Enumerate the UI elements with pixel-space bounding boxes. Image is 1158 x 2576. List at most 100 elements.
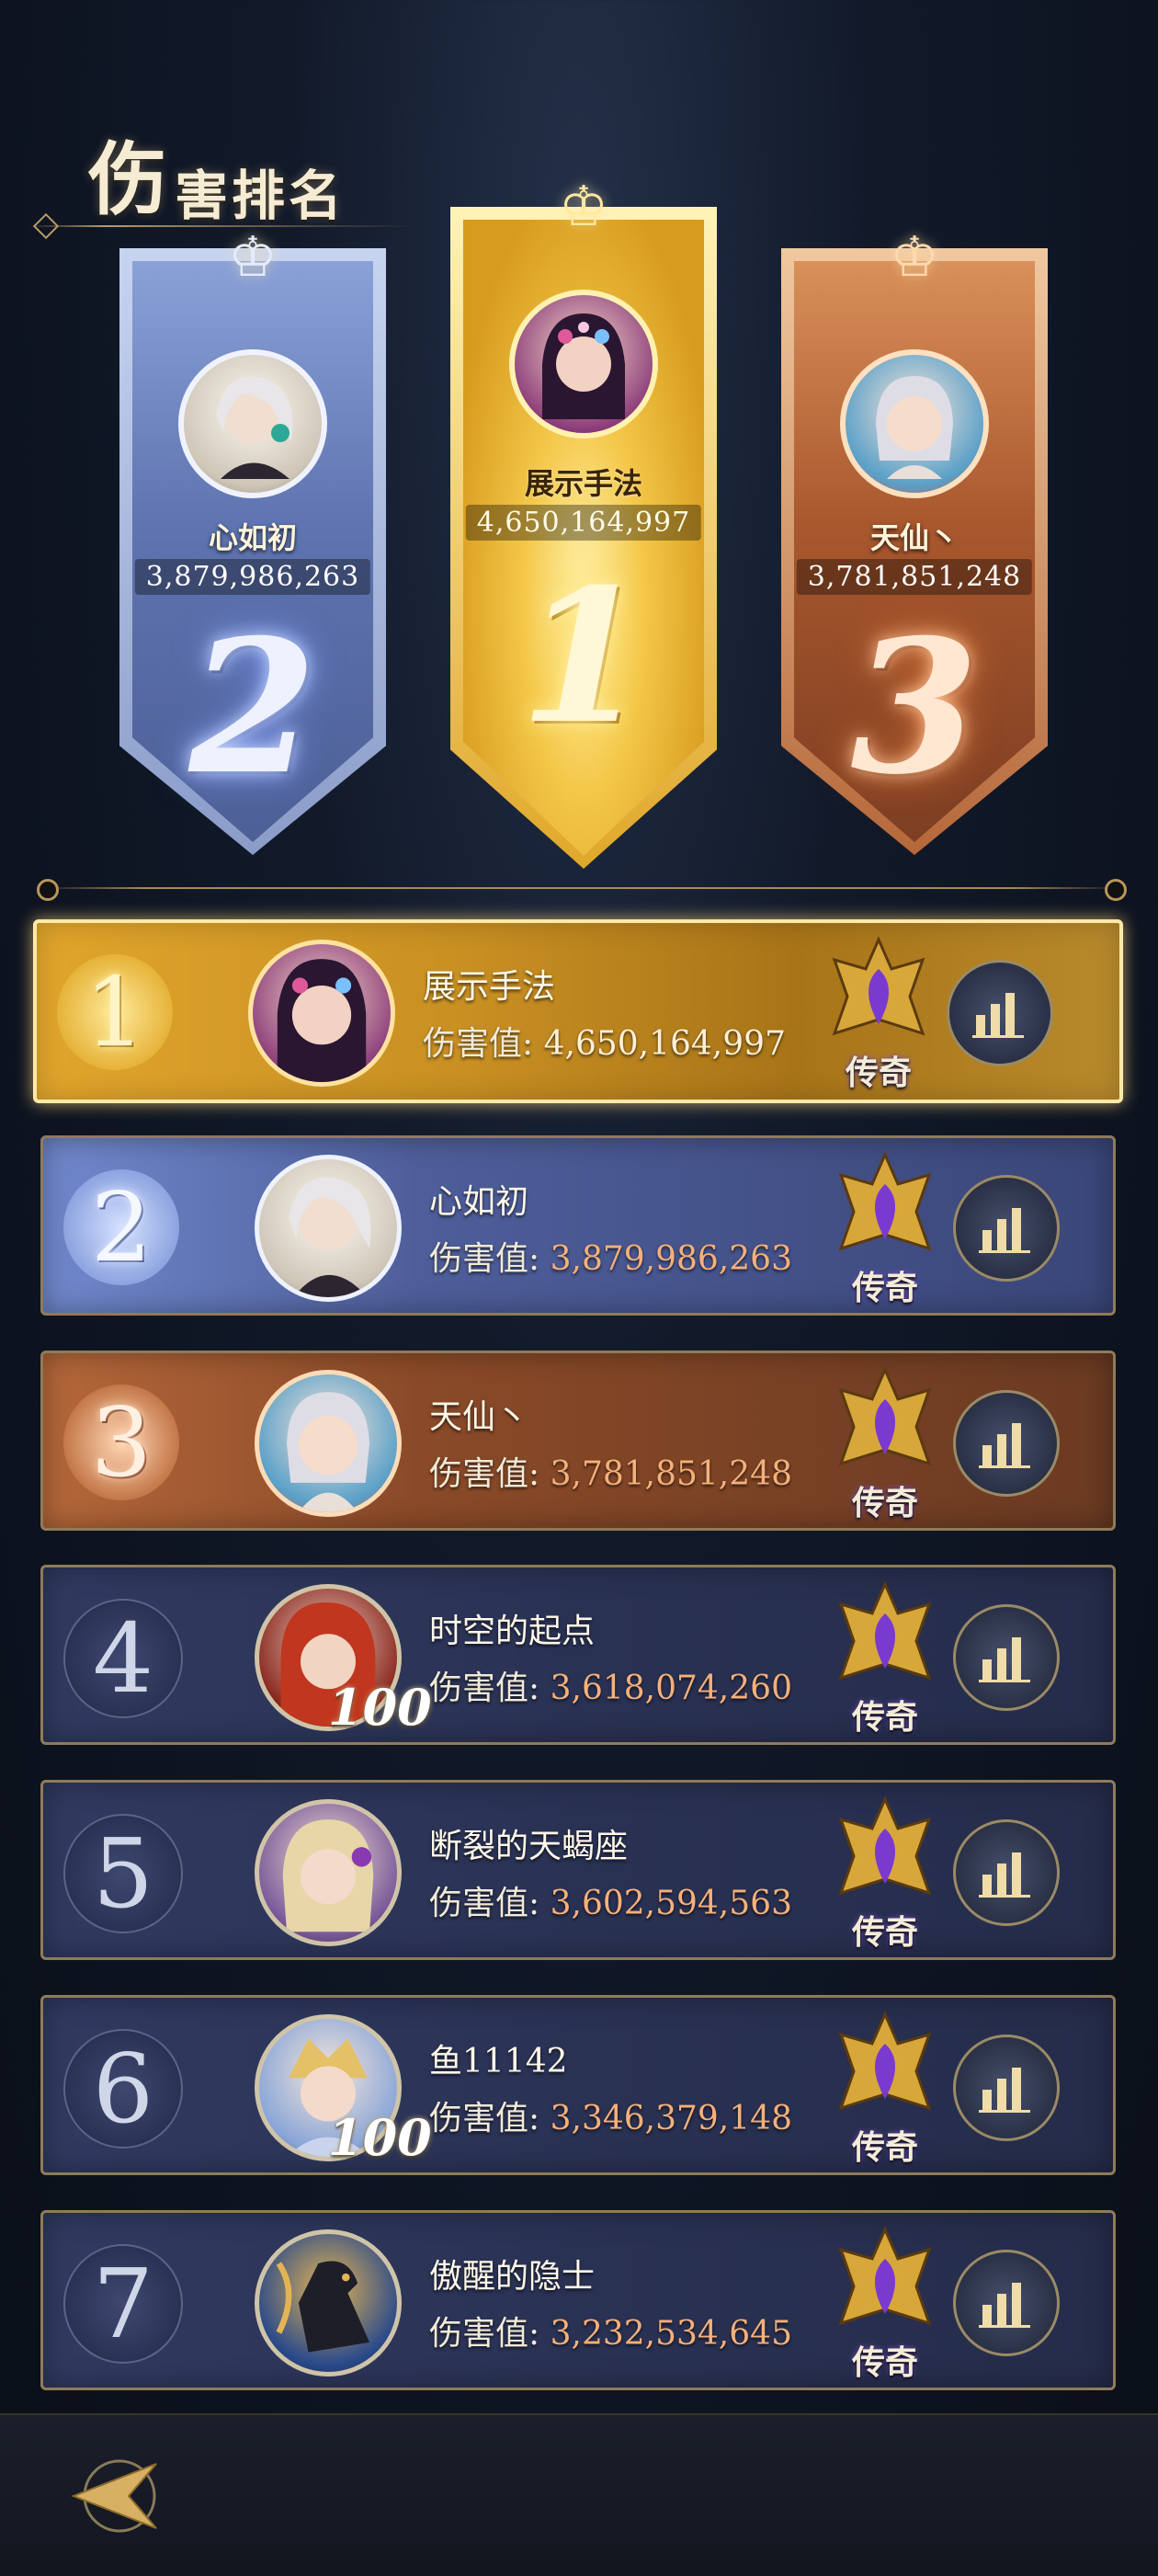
legend-rank-badge: 传奇 [821, 1577, 949, 1738]
podium-avatar-rank-3[interactable] [840, 349, 989, 498]
section-divider [37, 887, 1121, 889]
damage-number: 3,781,851,248 [550, 1455, 792, 1493]
bottom-bar [0, 2413, 1158, 2576]
player-avatar[interactable] [248, 940, 395, 1087]
rank-row-6[interactable]: 6 100 鱼11142 伤害值: 3,346,379,148 传奇 [40, 1995, 1116, 2175]
legend-emblem-icon [838, 1366, 932, 1466]
rank-number: 4 [63, 1599, 183, 1718]
damage-number: 3,602,594,563 [550, 1885, 792, 1922]
rank-row-1[interactable]: 1 展示手法 伤害值: 4,650,164,997 传奇 [33, 919, 1123, 1103]
damage-number: 3,232,534,645 [550, 2315, 792, 2353]
damage-label: 伤害值: [429, 1455, 540, 1493]
player-avatar[interactable] [255, 1799, 402, 1946]
damage-value: 伤害值: 3,232,534,645 [429, 2307, 792, 2354]
badge-label: 传奇 [845, 1054, 912, 1092]
stats-button[interactable] [953, 1175, 1060, 1282]
damage-value: 伤害值: 3,602,594,563 [429, 1876, 792, 1924]
stats-button[interactable] [953, 1604, 1060, 1711]
bronze-crown-icon: ♔ [890, 225, 939, 290]
legend-emblem-icon [838, 1151, 932, 1251]
stats-button[interactable] [953, 2035, 1060, 2141]
rank-number: 7 [63, 2244, 183, 2364]
legend-emblem-icon [838, 2226, 932, 2326]
podium-avatar-rank-2[interactable] [178, 349, 327, 498]
badge-label: 传奇 [851, 1269, 918, 1307]
bar-chart-icon [979, 2283, 1030, 2328]
stats-button[interactable] [953, 1819, 1060, 1926]
damage-label: 伤害值: [429, 2315, 540, 2353]
rank-row-3[interactable]: 3 天仙丶 伤害值: 3,781,851,248 传奇 [40, 1351, 1116, 1531]
rank-number: 3 [63, 1385, 179, 1500]
rank-number: 5 [63, 1814, 183, 1933]
bar-chart-icon [979, 1423, 1030, 1468]
podium-number-rank-3: 3 [850, 599, 979, 815]
gold-crown-icon: ♔ [559, 175, 608, 239]
rank-number: 6 [63, 2029, 183, 2149]
badge-label: 传奇 [851, 1913, 918, 1952]
player-avatar[interactable] [255, 1155, 402, 1302]
stats-button[interactable] [953, 1390, 1060, 1497]
rank-row-5[interactable]: 5 断裂的天蝎座 伤害值: 3,602,594,563 传奇 [40, 1780, 1116, 1960]
stats-button[interactable] [953, 2250, 1060, 2356]
bar-chart-icon [972, 993, 1024, 1038]
rank-row-7[interactable]: 7 傲醒的隐士 伤害值: 3,232,534,645 传奇 [40, 2210, 1116, 2390]
damage-value: 伤害值: 3,618,074,260 [429, 1661, 792, 1709]
bar-chart-icon [979, 1637, 1030, 1682]
page-title-first-char: 伤 [88, 133, 171, 226]
player-name: 心如初 [429, 1183, 529, 1221]
rank-number: 2 [63, 1169, 179, 1285]
damage-value: 伤害值: 4,650,164,997 [423, 1017, 786, 1065]
podium-banner-rank-1[interactable]: ♔ 展示手法 4,650,164,997 1 [450, 179, 717, 869]
damage-value: 伤害值: 3,879,986,263 [429, 1232, 792, 1280]
silver-crown-icon: ♔ [228, 225, 278, 290]
stats-button[interactable] [947, 960, 1053, 1066]
legend-rank-badge: 传奇 [821, 1362, 949, 1524]
title-underline [28, 225, 414, 227]
bar-chart-icon [979, 1208, 1030, 1253]
badge-label: 传奇 [851, 2343, 918, 2382]
page-title: 伤 害排名 [88, 133, 346, 230]
podium-banner-rank-2[interactable]: ♔ 心如初 3,879,986,263 2 [119, 230, 386, 855]
legend-emblem-icon [838, 1580, 932, 1681]
player-name: 断裂的天蝎座 [429, 1828, 629, 1865]
legend-emblem-icon [838, 1795, 932, 1896]
damage-value: 伤害值: 3,781,851,248 [429, 1447, 792, 1495]
rank-number: 1 [57, 954, 173, 1070]
podium-banner-rank-3[interactable]: ♔ 天仙丶 3,781,851,248 3 [781, 230, 1048, 855]
legend-rank-badge: 传奇 [814, 932, 943, 1094]
bar-chart-icon [979, 1852, 1030, 1898]
legend-emblem-icon [832, 936, 925, 1036]
damage-number: 3,618,074,260 [550, 1670, 792, 1707]
podium-score-rank-2: 3,879,986,263 [134, 559, 371, 595]
player-name: 鱼11142 [429, 2043, 568, 2080]
damage-label: 伤害值: [429, 2100, 540, 2137]
legend-rank-badge: 传奇 [821, 2222, 949, 2384]
rank-row-2[interactable]: 2 心如初 伤害值: 3,879,986,263 传奇 [40, 1135, 1116, 1316]
podium-name-rank-1: 展示手法 [524, 466, 642, 501]
podium-avatar-rank-1[interactable] [509, 290, 658, 439]
player-avatar[interactable] [255, 1370, 402, 1517]
player-name: 展示手法 [423, 968, 556, 1006]
legend-emblem-icon [838, 2011, 932, 2111]
player-name: 傲醒的隐士 [429, 2258, 596, 2296]
podium-number-rank-2: 2 [188, 599, 317, 815]
player-name: 天仙丶 [429, 1398, 529, 1436]
legend-rank-badge: 传奇 [821, 1792, 949, 1954]
damage-value: 伤害值: 3,346,379,148 [429, 2092, 792, 2139]
bar-chart-icon [979, 2068, 1030, 2113]
damage-number: 4,650,164,997 [543, 1025, 786, 1063]
damage-label: 伤害值: [423, 1025, 534, 1063]
damage-number: 3,346,379,148 [550, 2100, 792, 2137]
back-button[interactable] [55, 2445, 165, 2547]
damage-label: 伤害值: [429, 1670, 540, 1707]
badge-label: 传奇 [851, 2128, 918, 2167]
divider-right-ornament [1105, 879, 1127, 901]
player-avatar[interactable] [255, 2229, 402, 2377]
rank-row-4[interactable]: 4 100 时空的起点 伤害值: 3,618,074,260 传奇 [40, 1565, 1116, 1745]
page-title-rest: 害排名 [175, 165, 346, 227]
legend-rank-badge: 传奇 [821, 2007, 949, 2169]
podium-number-rank-1: 1 [519, 549, 648, 765]
legend-rank-badge: 传奇 [821, 1147, 949, 1309]
player-level: 100 [328, 1678, 432, 1737]
damage-label: 伤害值: [429, 1885, 540, 1922]
